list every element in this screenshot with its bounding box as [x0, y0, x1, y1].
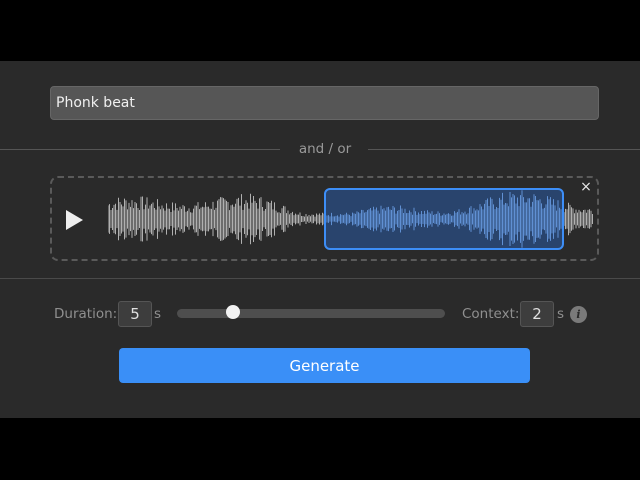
waveform-selection[interactable]: [324, 188, 564, 250]
duration-label: Duration:: [54, 306, 118, 322]
duration-unit: s: [154, 306, 162, 322]
divider-line-left: [0, 149, 280, 150]
play-button[interactable]: [62, 208, 86, 232]
close-icon[interactable]: ×: [579, 180, 593, 194]
info-icon[interactable]: i: [570, 306, 587, 323]
duration-input[interactable]: 5: [118, 301, 152, 327]
divider-text: and / or: [298, 141, 352, 157]
context-unit: s: [557, 306, 565, 322]
audio-input-area[interactable]: ×: [50, 176, 599, 261]
play-icon: [66, 210, 83, 230]
generation-panel: and / or × Duration: 5 s Context: 2 s i …: [0, 61, 640, 418]
section-divider: [0, 278, 640, 279]
controls-row: Duration: 5 s Context: 2 s i: [0, 299, 640, 329]
context-label: Context:: [462, 306, 520, 322]
context-input[interactable]: 2: [520, 301, 554, 327]
duration-slider[interactable]: [177, 309, 445, 318]
divider-line-right: [368, 149, 640, 150]
generate-button[interactable]: Generate: [119, 348, 530, 383]
or-divider: and / or: [0, 141, 640, 157]
prompt-input[interactable]: [50, 86, 599, 120]
